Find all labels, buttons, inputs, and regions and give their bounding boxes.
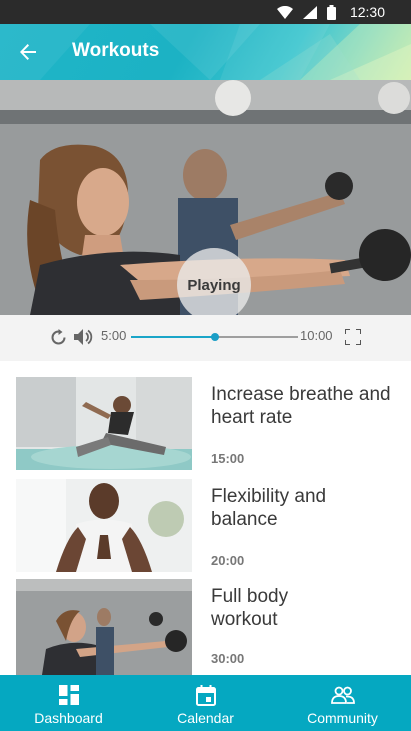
workout-thumbnail <box>16 377 192 470</box>
app-bar: Workouts <box>0 24 411 80</box>
back-button[interactable] <box>10 34 46 70</box>
nav-item-calendar[interactable]: Calendar <box>137 675 274 731</box>
signal-icon <box>302 5 317 19</box>
clock: 12:30 <box>349 4 385 20</box>
workout-list: Increase breathe and heart rate 15:00 Fl… <box>0 361 411 675</box>
battery-icon <box>326 4 336 20</box>
progress-slider[interactable] <box>131 333 298 341</box>
fullscreen-icon[interactable] <box>343 327 363 347</box>
community-icon <box>330 684 355 706</box>
workout-item[interactable]: Increase breathe and heart rate 15:00 <box>0 377 411 471</box>
arrow-back-icon <box>20 44 36 60</box>
nav-label: Calendar <box>177 710 234 726</box>
bottom-navigation: Dashboard Calendar Community <box>0 675 411 731</box>
nav-item-dashboard[interactable]: Dashboard <box>0 675 137 731</box>
nav-item-community[interactable]: Community <box>274 675 411 731</box>
video-player[interactable]: Playing <box>0 80 411 315</box>
workout-duration: 30:00 <box>211 651 245 666</box>
app-bar-pattern <box>0 24 411 80</box>
wifi-icon <box>276 5 293 19</box>
elapsed-time: 5:00 <box>101 328 127 343</box>
playback-state-label: Playing <box>187 276 241 294</box>
progress-fill <box>131 336 215 338</box>
workout-duration: 20:00 <box>211 553 245 568</box>
workout-thumbnail <box>16 579 192 675</box>
volume-icon[interactable] <box>73 327 93 347</box>
workout-item[interactable]: Full body workout 30:00 <box>0 579 411 675</box>
total-time: 10:00 <box>300 328 333 343</box>
page-title: Workouts <box>72 40 160 61</box>
workout-title: Full body workout <box>211 586 289 630</box>
calendar-icon <box>195 684 216 706</box>
replay-icon[interactable] <box>48 327 68 347</box>
dashboard-icon <box>58 684 79 706</box>
workout-title: Increase breathe and heart rate <box>211 384 391 428</box>
status-bar: 12:30 <box>0 0 411 24</box>
progress-knob[interactable] <box>210 333 219 341</box>
playback-state-badge[interactable]: Playing <box>177 248 251 315</box>
workout-title: Flexibility and balance <box>211 486 327 530</box>
workout-duration: 15:00 <box>211 451 245 466</box>
workout-item[interactable]: Flexibility and balance 20:00 <box>0 479 411 573</box>
nav-label: Dashboard <box>34 710 103 726</box>
player-controls: 5:00 10:00 <box>0 315 411 361</box>
nav-label: Community <box>307 710 378 726</box>
workout-thumbnail <box>16 479 192 572</box>
